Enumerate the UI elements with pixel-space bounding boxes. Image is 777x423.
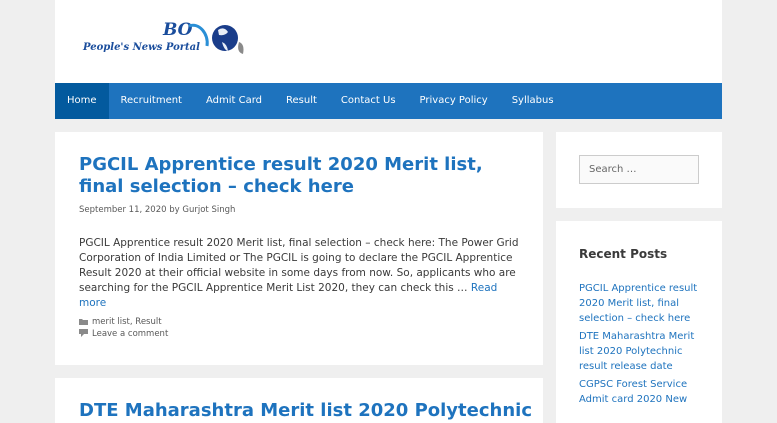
search-input[interactable] [579, 155, 699, 184]
post-by: by [169, 205, 180, 215]
recent-posts-list: PGCIL Apprentice result 2020 Merit list,… [579, 281, 703, 410]
nav-item-home[interactable]: Home [55, 83, 109, 119]
nav-item-admit-card[interactable]: Admit Card [194, 83, 274, 119]
post-comments: Leave a comment [79, 329, 168, 339]
category-link[interactable]: Result [135, 317, 161, 327]
nav-item-privacy-policy[interactable]: Privacy Policy [408, 83, 500, 119]
post-author[interactable]: Gurjot Singh [182, 205, 235, 215]
post-card: PGCIL Apprentice result 2020 Merit list,… [55, 132, 543, 365]
main-navigation: Home Recruitment Admit Card Result Conta… [55, 83, 722, 119]
recent-post-link[interactable]: DTE Maharashtra Merit list 2020 Polytech… [579, 329, 703, 374]
post-title[interactable]: DTE Maharashtra Merit list 2020 Polytech… [79, 400, 532, 422]
post-categories: merit list, Result [79, 317, 162, 327]
post-date[interactable]: September 11, 2020 [79, 205, 167, 215]
nav-item-recruitment[interactable]: Recruitment [109, 83, 194, 119]
category-link[interactable]: merit list [92, 317, 130, 327]
logo-text: People's News Portal [83, 42, 200, 53]
site-logo[interactable]: BO People's News Portal [83, 20, 249, 62]
post-meta: September 11, 2020 by Gurjot Singh [79, 205, 235, 215]
nav-item-syllabus[interactable]: Syllabus [500, 83, 566, 119]
post-excerpt-text: PGCIL Apprentice result 2020 Merit list,… [79, 237, 519, 294]
post-card: DTE Maharashtra Merit list 2020 Polytech… [55, 378, 543, 423]
recent-post-link[interactable]: CGPSC Forest Service Admit card 2020 New [579, 377, 703, 407]
globe-logo-icon [188, 23, 244, 54]
post-excerpt: PGCIL Apprentice result 2020 Merit list,… [79, 236, 527, 311]
widget-title: Recent Posts [579, 247, 668, 261]
nav-item-result[interactable]: Result [274, 83, 329, 119]
recent-post-link[interactable]: PGCIL Apprentice result 2020 Merit list,… [579, 281, 703, 326]
recent-posts-widget: Recent Posts PGCIL Apprentice result 202… [556, 221, 722, 423]
folder-icon [79, 318, 88, 327]
leave-comment-link[interactable]: Leave a comment [92, 329, 168, 339]
site-header: BO People's News Portal [55, 0, 722, 83]
nav-item-contact-us[interactable]: Contact Us [329, 83, 408, 119]
post-title[interactable]: PGCIL Apprentice result 2020 Merit list,… [79, 154, 519, 198]
search-widget [556, 132, 722, 208]
comment-icon [79, 329, 88, 339]
